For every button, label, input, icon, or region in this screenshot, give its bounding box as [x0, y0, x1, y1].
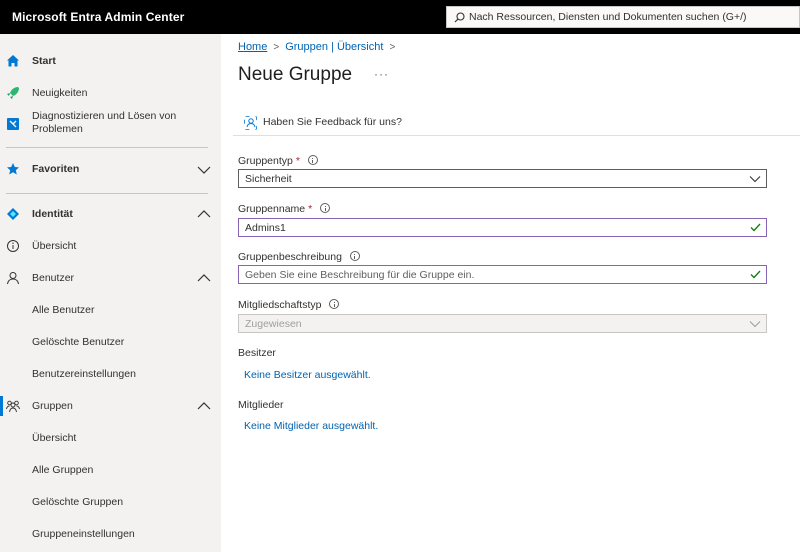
feedback-icon	[244, 116, 257, 130]
info-icon[interactable]	[349, 251, 360, 261]
chevron-down-icon	[749, 176, 761, 183]
sidebar-item-label: Alle Benutzer	[32, 304, 95, 316]
required-mark: *	[308, 203, 313, 215]
home-icon	[7, 55, 19, 67]
group-description-label-text: Gruppenbeschreibung	[238, 251, 342, 263]
sidebar-item-label: Diagnostizieren und Lösen von Problemen	[32, 110, 177, 135]
sidebar-item-news[interactable]: Neuigkeiten	[0, 86, 221, 102]
chevron-up-icon[interactable]	[197, 401, 211, 411]
group-type-select[interactable]: Sicherheit	[238, 169, 767, 188]
checkmark-icon	[750, 270, 761, 279]
sidebar-item-overview[interactable]: Übersicht	[0, 239, 221, 255]
sidebar-item-label: Gelöschte Gruppen	[32, 496, 124, 508]
sidebar-divider	[6, 147, 208, 148]
chevron-down-icon	[749, 321, 761, 328]
sidebar-item-label: Favoriten	[32, 163, 80, 175]
feedback-label: Haben Sie Feedback für uns?	[263, 116, 402, 128]
group-type-label-text: Gruppentyp	[238, 155, 293, 167]
sidebar-item-all-users[interactable]: Alle Benutzer	[0, 303, 221, 319]
sidebar-item-all-groups[interactable]: Alle Gruppen	[0, 463, 221, 479]
owners-link[interactable]: Keine Besitzer ausgewählt.	[244, 369, 371, 381]
breadcrumb-groups-overview[interactable]: Gruppen | Übersicht	[285, 41, 383, 53]
app-title[interactable]: Microsoft Entra Admin Center	[12, 10, 184, 24]
sidebar-item-groups[interactable]: Gruppen	[0, 399, 221, 415]
sidebar: Start Neuigkeiten Diagnostizieren und Lö…	[0, 34, 221, 552]
membership-type-select[interactable]: Zugewiesen	[238, 314, 767, 333]
sidebar-item-favorites[interactable]: Favoriten	[0, 162, 221, 178]
info-icon[interactable]	[320, 203, 331, 213]
sidebar-item-group-settings[interactable]: Gruppeneinstellungen	[0, 527, 221, 543]
sidebar-item-label: Benutzer	[32, 272, 75, 284]
more-options-button[interactable]: ···	[374, 67, 389, 81]
members-link[interactable]: Keine Mitglieder ausgewählt.	[244, 420, 378, 432]
diagnose-icon	[7, 118, 19, 130]
sidebar-item-label: Neuigkeiten	[32, 87, 88, 99]
sidebar-item-label: Übersicht	[32, 240, 77, 252]
rocket-icon	[7, 87, 19, 99]
required-mark: *	[295, 155, 300, 167]
sidebar-item-identity[interactable]: Identität	[0, 207, 221, 223]
owners-label: Besitzer	[238, 347, 276, 359]
sidebar-item-label: Gruppeneinstellungen	[32, 528, 135, 540]
membership-type-label-text: Mitgliedschaftstyp	[238, 299, 322, 311]
chevron-up-icon[interactable]	[197, 209, 211, 219]
group-name-input[interactable]: Admins1	[238, 218, 767, 237]
membership-type-label: Mitgliedschaftstyp	[238, 298, 340, 311]
user-icon	[7, 272, 19, 285]
breadcrumb-separator: >	[273, 42, 280, 53]
sidebar-item-label: Übersicht	[32, 432, 77, 444]
group-name-label-text: Gruppenname	[238, 203, 306, 215]
identity-icon	[7, 208, 19, 220]
top-bar: Microsoft Entra Admin Center Nach Ressou…	[0, 0, 800, 34]
star-icon	[7, 163, 19, 175]
sidebar-item-user-settings[interactable]: Benutzereinstellungen	[0, 367, 221, 383]
group-name-value: Admins1	[245, 222, 286, 234]
breadcrumb-home[interactable]: Home	[238, 41, 267, 53]
divider	[233, 135, 800, 136]
sidebar-item-groups-overview[interactable]: Übersicht	[0, 431, 221, 447]
search-icon	[454, 12, 465, 23]
group-description-label: Gruppenbeschreibung	[238, 250, 360, 263]
group-description-placeholder: Geben Sie eine Beschreibung für die Grup…	[245, 269, 475, 281]
breadcrumb-separator: >	[389, 42, 396, 53]
group-description-input[interactable]: Geben Sie eine Beschreibung für die Grup…	[238, 265, 767, 284]
page-title: Neue Gruppe	[238, 64, 353, 85]
info-icon	[7, 240, 19, 252]
membership-type-value: Zugewiesen	[245, 318, 302, 330]
checkmark-icon	[750, 223, 761, 232]
sidebar-item-label: Identität	[32, 208, 73, 220]
members-label: Mitglieder	[238, 399, 284, 411]
sidebar-item-diagnose[interactable]: Diagnostizieren und Lösen von Problemen	[0, 110, 221, 138]
sidebar-item-deleted-users[interactable]: Gelöschte Benutzer	[0, 335, 221, 351]
sidebar-item-deleted-groups[interactable]: Gelöschte Gruppen	[0, 495, 221, 511]
sidebar-item-label: Benutzereinstellungen	[32, 368, 136, 380]
group-name-label: Gruppenname *	[238, 202, 331, 215]
sidebar-item-label: Gruppen	[32, 400, 73, 412]
sidebar-item-label: Start	[32, 55, 56, 67]
sidebar-item-start[interactable]: Start	[0, 54, 221, 70]
chevron-up-icon[interactable]	[197, 273, 211, 283]
chevron-down-icon[interactable]	[197, 165, 211, 175]
search-box[interactable]: Nach Ressourcen, Diensten und Dokumenten…	[446, 6, 800, 28]
search-input[interactable]: Nach Ressourcen, Diensten und Dokumenten…	[469, 11, 747, 23]
group-type-value: Sicherheit	[245, 173, 292, 185]
info-icon[interactable]	[329, 299, 340, 309]
sidebar-item-label: Alle Gruppen	[32, 464, 94, 476]
breadcrumb: Home > Gruppen | Übersicht >	[238, 41, 401, 53]
sidebar-item-users[interactable]: Benutzer	[0, 271, 221, 287]
main-content: Home > Gruppen | Übersicht > Neue Gruppe ··…	[221, 34, 800, 552]
info-icon[interactable]	[307, 155, 318, 165]
sidebar-item-label: Gelöschte Benutzer	[32, 336, 125, 348]
group-type-label: Gruppentyp *	[238, 154, 318, 167]
group-icon	[6, 400, 20, 413]
sidebar-divider	[6, 193, 208, 194]
